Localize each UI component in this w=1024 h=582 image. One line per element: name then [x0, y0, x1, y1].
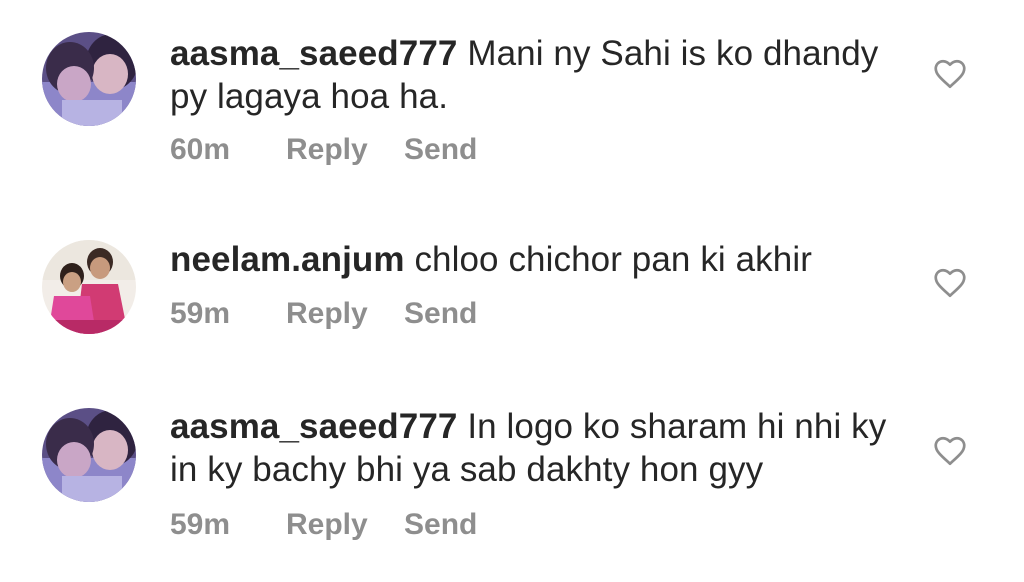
comment-item: neelam.anjum chloo chichor pan ki akhir …	[0, 190, 1024, 360]
reply-button[interactable]: Reply	[286, 297, 404, 331]
reply-button[interactable]: Reply	[286, 133, 404, 167]
comment-time: 59m	[170, 508, 231, 541]
username[interactable]: aasma_saeed777	[170, 34, 457, 73]
girls-photo-avatar	[42, 240, 136, 334]
child-photo-avatar	[42, 408, 136, 502]
avatar[interactable]	[42, 32, 136, 126]
heart-outline-icon[interactable]	[932, 433, 968, 469]
comment-meta: 59m Reply Send	[170, 297, 477, 331]
send-button[interactable]: Send	[404, 133, 477, 167]
comment-text: aasma_saeed777 In logo ko sharam hi nhi …	[170, 405, 910, 491]
username[interactable]: aasma_saeed777	[170, 407, 457, 446]
avatar[interactable]	[42, 240, 136, 334]
comment-time: 60m	[170, 133, 231, 166]
heart-outline-icon[interactable]	[932, 265, 968, 301]
send-button[interactable]: Send	[404, 297, 477, 331]
comment-item: aasma_saeed777 In logo ko sharam hi nhi …	[0, 360, 1024, 582]
username[interactable]: neelam.anjum	[170, 240, 405, 279]
heart-outline-icon[interactable]	[932, 56, 968, 92]
comment-meta: 60m Reply Send	[170, 133, 477, 167]
child-photo-avatar	[42, 32, 136, 126]
comment-item: aasma_saeed777 Mani ny Sahi is ko dhandy…	[0, 0, 1024, 190]
send-button[interactable]: Send	[404, 508, 477, 542]
comment-text: aasma_saeed777 Mani ny Sahi is ko dhandy…	[170, 32, 910, 118]
comment-meta: 59m Reply Send	[170, 508, 477, 542]
reply-button[interactable]: Reply	[286, 508, 404, 542]
comment-text: neelam.anjum chloo chichor pan ki akhir	[170, 238, 910, 281]
avatar[interactable]	[42, 408, 136, 502]
comment-message: chloo chichor pan ki akhir	[414, 240, 812, 279]
comment-time: 59m	[170, 297, 231, 330]
